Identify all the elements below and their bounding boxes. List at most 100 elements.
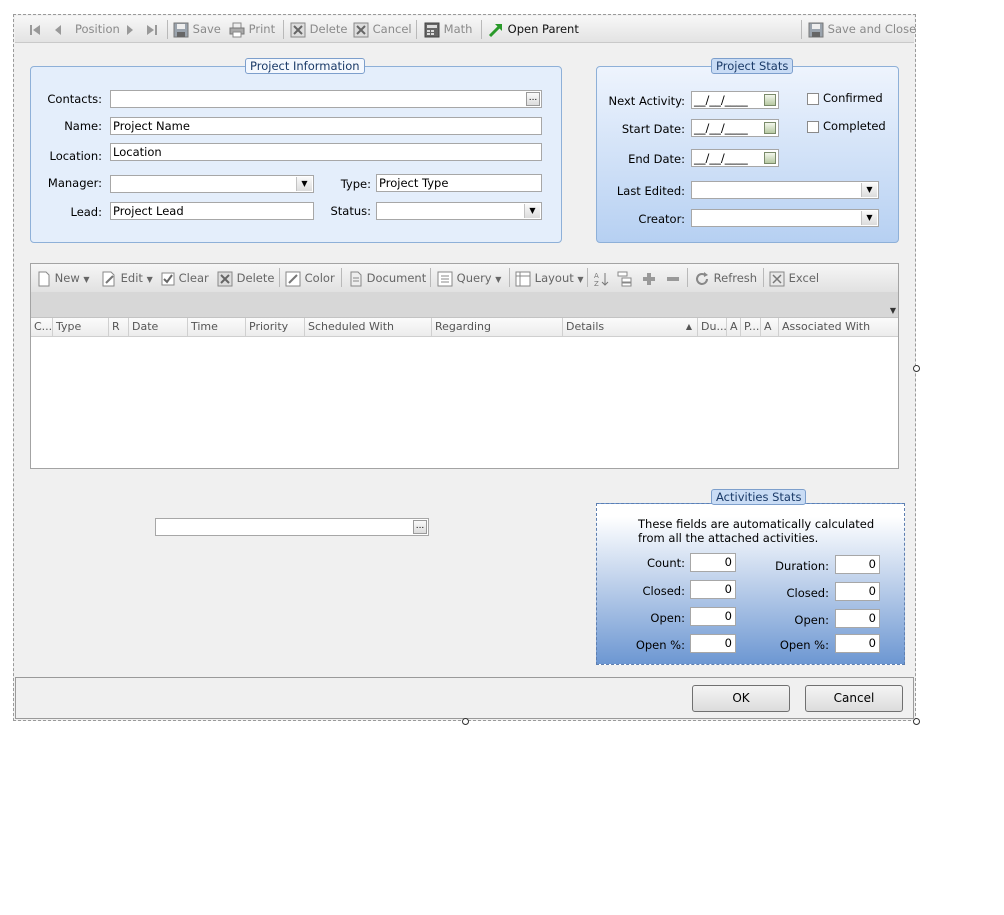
save-and-close-button[interactable]: Save and Close bbox=[808, 16, 916, 42]
start-date-mask: __/__/____ bbox=[694, 121, 748, 135]
column-header[interactable]: P... bbox=[741, 318, 761, 336]
save-icon bbox=[808, 22, 824, 37]
chevron-down-icon[interactable]: ▼ bbox=[296, 177, 312, 191]
project-information-legend: Project Information bbox=[245, 58, 365, 74]
column-header[interactable]: C... bbox=[31, 318, 53, 336]
name-input[interactable]: Project Name bbox=[110, 117, 542, 135]
excel-label: Excel bbox=[788, 271, 820, 285]
chevron-down-icon[interactable]: ▼ bbox=[861, 183, 877, 197]
edit-button[interactable]: Edit ▼ bbox=[101, 265, 153, 291]
last-record-button[interactable] bbox=[146, 16, 158, 42]
activities-stats-group: Activities Stats These fields are automa… bbox=[596, 489, 905, 665]
end-date-input[interactable]: __/__/____ bbox=[691, 149, 779, 167]
project-stats-legend: Project Stats bbox=[711, 58, 794, 74]
tree-icon bbox=[617, 271, 632, 286]
lookup-browse-button[interactable]: ... bbox=[413, 520, 427, 534]
resize-handle-right[interactable] bbox=[913, 365, 920, 372]
first-record-button[interactable] bbox=[29, 16, 41, 42]
open-value[interactable]: 0 bbox=[690, 607, 736, 626]
save-button[interactable]: Save bbox=[173, 16, 221, 42]
query-button[interactable]: Query ▼ bbox=[437, 265, 501, 291]
lookup-field[interactable]: ... bbox=[155, 518, 429, 536]
resize-handle-bottom[interactable] bbox=[462, 718, 469, 725]
list-icon bbox=[437, 271, 453, 286]
chevron-down-icon[interactable]: ▼ bbox=[890, 306, 896, 315]
type-input[interactable]: Project Type bbox=[376, 174, 542, 192]
group-by-area[interactable]: ▼ bbox=[31, 292, 898, 318]
print-button[interactable]: Print bbox=[229, 16, 275, 42]
sort-ascending-icon: ▲ bbox=[685, 322, 692, 331]
lead-input[interactable]: Project Lead bbox=[110, 202, 314, 220]
new-button[interactable]: New ▼ bbox=[37, 265, 90, 291]
calendar-icon[interactable] bbox=[764, 152, 776, 164]
sort-button[interactable]: AZ bbox=[594, 265, 610, 291]
closed2-value[interactable]: 0 bbox=[835, 582, 880, 601]
contacts-field[interactable]: ... bbox=[110, 90, 542, 108]
column-header[interactable]: A bbox=[727, 318, 741, 336]
creator-label: Creator: bbox=[638, 212, 685, 226]
color-button[interactable]: Color bbox=[285, 265, 335, 291]
excel-button[interactable]: Excel bbox=[769, 265, 819, 291]
svg-text:Z: Z bbox=[594, 280, 599, 287]
completed-label: Completed bbox=[823, 119, 886, 133]
resize-handle-corner[interactable] bbox=[913, 718, 920, 725]
start-date-input[interactable]: __/__/____ bbox=[691, 119, 779, 137]
next-activity-date[interactable]: __/__/____ bbox=[691, 91, 779, 109]
calendar-icon[interactable] bbox=[764, 122, 776, 134]
new-label: New bbox=[54, 271, 80, 285]
grid-delete-label: Delete bbox=[236, 271, 275, 285]
expand-button[interactable] bbox=[641, 265, 657, 291]
duration-value[interactable]: 0 bbox=[835, 555, 880, 574]
column-header[interactable]: R bbox=[109, 318, 129, 336]
delete-button[interactable]: Delete bbox=[290, 16, 347, 42]
column-header[interactable]: Details ▲ bbox=[563, 318, 698, 336]
completed-checkbox[interactable] bbox=[807, 121, 819, 133]
chevron-down-icon[interactable]: ▼ bbox=[861, 211, 877, 225]
column-header[interactable]: Scheduled With bbox=[305, 318, 432, 336]
contacts-browse-button[interactable]: ... bbox=[526, 92, 540, 106]
layout-button[interactable]: Layout ▼ bbox=[515, 265, 584, 291]
column-header[interactable]: Time bbox=[188, 318, 246, 336]
document-button[interactable]: Document bbox=[349, 265, 426, 291]
status-dropdown[interactable]: ▼ bbox=[376, 202, 542, 220]
creator-dropdown[interactable]: ▼ bbox=[691, 209, 879, 227]
first-record-icon bbox=[30, 24, 40, 35]
last-edited-dropdown[interactable]: ▼ bbox=[691, 181, 879, 199]
closed-value[interactable]: 0 bbox=[690, 580, 736, 599]
column-header[interactable]: Du... bbox=[698, 318, 727, 336]
confirmed-checkbox[interactable] bbox=[807, 93, 819, 105]
location-input[interactable]: Location bbox=[110, 143, 542, 161]
count-value[interactable]: 0 bbox=[690, 553, 736, 572]
cancel-dialog-button[interactable]: Cancel bbox=[805, 685, 903, 712]
query-label: Query bbox=[456, 271, 492, 285]
column-header[interactable]: Date bbox=[129, 318, 188, 336]
chevron-down-icon[interactable]: ▼ bbox=[524, 204, 540, 218]
group-by-button[interactable] bbox=[617, 265, 633, 291]
cancel-button[interactable]: Cancel bbox=[353, 16, 412, 42]
calendar-icon[interactable] bbox=[764, 94, 776, 106]
column-header[interactable]: A bbox=[761, 318, 779, 336]
duration-label: Duration: bbox=[775, 559, 829, 573]
grid-delete-button[interactable]: Delete bbox=[217, 265, 274, 291]
column-header[interactable]: Priority bbox=[246, 318, 305, 336]
open-percent-value[interactable]: 0 bbox=[690, 634, 736, 653]
open-parent-button[interactable]: Open Parent bbox=[488, 16, 579, 42]
previous-record-button[interactable] bbox=[53, 16, 63, 42]
contacts-label: Contacts: bbox=[47, 92, 102, 106]
name-label: Name: bbox=[64, 119, 102, 133]
next-record-button[interactable] bbox=[125, 16, 135, 42]
open-percent2-value[interactable]: 0 bbox=[835, 634, 880, 653]
ok-button[interactable]: OK bbox=[692, 685, 790, 712]
collapse-button[interactable] bbox=[665, 265, 681, 291]
column-header[interactable]: Regarding bbox=[432, 318, 563, 336]
column-header[interactable]: Type bbox=[53, 318, 109, 336]
column-header[interactable]: Associated With bbox=[779, 318, 898, 336]
color-label: Color bbox=[304, 271, 335, 285]
open2-label: Open: bbox=[794, 613, 829, 627]
clear-button[interactable]: Clear bbox=[161, 265, 209, 291]
refresh-icon bbox=[696, 271, 708, 285]
refresh-button[interactable]: Refresh bbox=[694, 265, 757, 291]
open2-value[interactable]: 0 bbox=[835, 609, 880, 628]
math-button[interactable]: Math bbox=[424, 16, 472, 42]
manager-dropdown[interactable]: ▼ bbox=[110, 175, 314, 193]
